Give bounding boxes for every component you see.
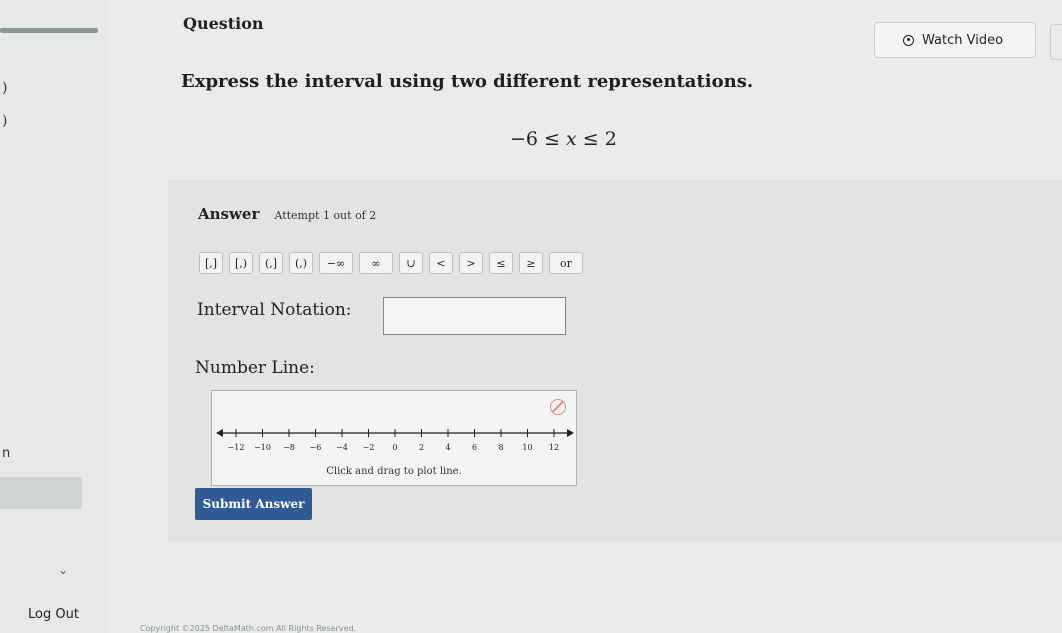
- tick-label: 12: [549, 443, 559, 452]
- number-line-label: Number Line:: [195, 358, 315, 378]
- sidebar-partial-text: n: [2, 446, 11, 461]
- question-label: Question: [183, 14, 264, 33]
- partial-button[interactable]: [1050, 24, 1062, 60]
- tick-label: 4: [445, 443, 450, 452]
- math-toolbar: [,] [,) (,] (,) −∞ ∞ ∪ < > ≤ ≥ or: [199, 252, 583, 274]
- tick-label: −10: [254, 443, 271, 452]
- or-button[interactable]: or: [549, 252, 583, 274]
- tick-label: −2: [363, 443, 375, 452]
- question-prompt: Express the interval using two different…: [181, 71, 754, 92]
- submit-answer-button[interactable]: Submit Answer: [195, 488, 312, 520]
- tick-label: 10: [522, 443, 532, 452]
- infinity-button[interactable]: ∞: [359, 252, 393, 274]
- tick-label: −12: [228, 443, 245, 452]
- number-line-widget[interactable]: −12 −10 −8 −6 −4 −2 0 2 4 6 8 10 12 Click and drag t…: [211, 390, 577, 486]
- sidebar-bar: [0, 28, 98, 33]
- neg-infinity-button[interactable]: −∞: [319, 252, 353, 274]
- sidebar-selected-item[interactable]: [0, 477, 82, 509]
- inequality: −6 ≤ x ≤ 2: [510, 128, 617, 150]
- clear-icon[interactable]: [550, 399, 566, 415]
- inequality-right: ≤ 2: [576, 128, 617, 150]
- logout-link[interactable]: Log Out: [28, 607, 79, 622]
- answer-panel: Answer Attempt 1 out of 2 [,] [,) (,] (,…: [168, 180, 1062, 542]
- tick-label: −8: [283, 443, 295, 452]
- chevron-down-icon[interactable]: ⌄: [58, 563, 68, 577]
- attempt-counter: Attempt 1 out of 2: [274, 209, 377, 222]
- greater-equal-button[interactable]: ≥: [519, 252, 543, 274]
- tick-label: 8: [498, 443, 503, 452]
- interval-notation-input[interactable]: [383, 297, 566, 335]
- less-equal-button[interactable]: ≤: [489, 252, 513, 274]
- closed-closed-button[interactable]: [,]: [199, 252, 223, 274]
- interval-notation-label: Interval Notation:: [197, 300, 352, 320]
- greater-than-button[interactable]: >: [459, 252, 483, 274]
- union-button[interactable]: ∪: [399, 252, 423, 274]
- right-arrow-icon: [567, 429, 574, 437]
- open-closed-button[interactable]: (,]: [259, 252, 283, 274]
- sidebar: ) ) n ⌄ Log Out: [0, 0, 110, 633]
- closed-open-button[interactable]: [,): [229, 252, 253, 274]
- watch-video-button[interactable]: Watch Video: [874, 22, 1036, 58]
- play-circle-icon: [903, 34, 914, 46]
- watch-video-label: Watch Video: [922, 32, 1004, 48]
- tick-label: 6: [472, 443, 477, 452]
- answer-title: Answer: [198, 205, 260, 223]
- left-arrow-icon: [216, 429, 223, 437]
- answer-header: Answer Attempt 1 out of 2: [198, 204, 376, 223]
- inequality-variable: x: [566, 128, 577, 150]
- main-content: Question Watch Video Express the interva…: [110, 0, 1062, 633]
- less-than-button[interactable]: <: [429, 252, 453, 274]
- number-line-hint: Click and drag to plot line.: [326, 466, 462, 477]
- open-open-button[interactable]: (,): [289, 252, 313, 274]
- tick-label: 0: [392, 443, 397, 452]
- tick-label: 2: [419, 443, 424, 452]
- number-line[interactable]: −12 −10 −8 −6 −4 −2 0 2 4 6 8 10 12: [212, 425, 578, 465]
- tick-label: −4: [336, 443, 348, 452]
- sidebar-paren: ): [2, 80, 8, 96]
- tick-label: −6: [310, 443, 322, 452]
- sidebar-paren: ): [2, 113, 8, 129]
- inequality-left: −6 ≤: [510, 128, 567, 150]
